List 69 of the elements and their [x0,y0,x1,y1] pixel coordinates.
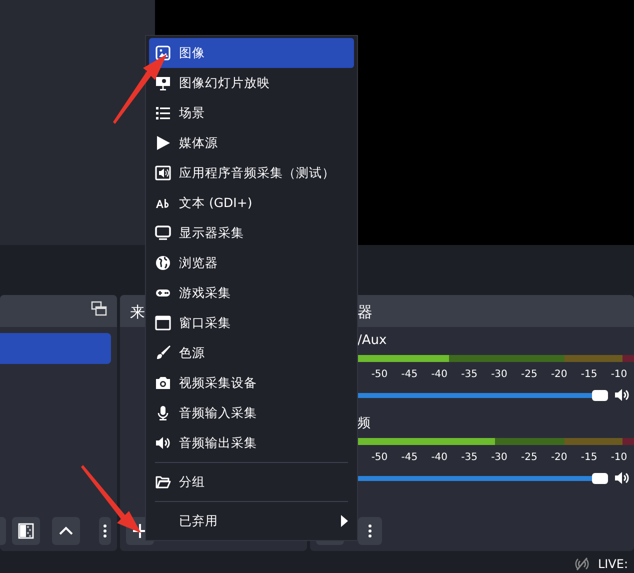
more-button[interactable] [358,517,382,545]
annotation-arrow [81,465,143,535]
tick-label: -45 [400,451,419,465]
tick-label: -50 [370,368,389,382]
tick-label: -40 [430,368,449,382]
play-icon [155,135,171,151]
image-icon [155,45,171,61]
submenu-arrow-icon [341,515,348,527]
gradient-icon [18,523,34,539]
tick-label: -25 [520,451,538,465]
globe-icon [155,255,171,271]
dock-title: 来 [130,303,145,321]
tick-label: -45 [400,368,419,382]
menu-item[interactable]: 显示器采集 [149,218,354,248]
projector-icon [155,75,171,91]
tick-label: -20 [550,451,568,465]
menu-item[interactable]: 分组 [149,467,354,497]
tick-label: -30 [490,451,508,465]
annotation-arrow [113,52,169,124]
menu-item[interactable]: 媒体源 [149,128,354,158]
menu-item[interactable]: 已弃用 [149,506,354,536]
speaker-window-icon [155,165,171,181]
dots-icon [368,523,372,539]
tick-label: -10 [610,368,628,382]
folder-icon [155,474,171,490]
tick-label: -35 [460,368,478,382]
menu-item[interactable]: 视频采集设备 [149,368,354,398]
menu-item[interactable]: 图像 [149,38,354,68]
speaker-icon[interactable] [614,470,630,486]
slider-thumb[interactable] [592,390,608,400]
tick-label: -10 [610,451,628,465]
list-icon [155,105,171,121]
speaker-icon[interactable] [614,387,630,403]
menu-item[interactable]: 音频输入采集 [149,398,354,428]
dots-icon [102,523,107,539]
dock-title: 器 [358,303,373,321]
live-status: LIVE: [598,556,628,573]
filter-button[interactable] [12,517,40,545]
menu-item[interactable]: 游戏采集 [149,278,354,308]
menu-item[interactable]: 图像幻灯片放映 [149,68,354,98]
microphone-icon [155,405,171,421]
no-signal-icon [574,556,590,572]
tick-label: -30 [490,368,508,382]
monitor-icon [155,225,171,241]
tick-label: -15 [580,451,598,465]
tick-label: -25 [520,368,538,382]
tick-label: -40 [430,451,449,465]
tick-label: -20 [550,368,568,382]
menu-item[interactable]: 窗口采集 [149,308,354,338]
tick-label: -50 [370,451,389,465]
menu-item[interactable]: 色源 [149,338,354,368]
tick-label: -15 [580,368,598,382]
menu-item[interactable]: 场景 [149,98,354,128]
menu-item[interactable]: 文本 (GDI+) [149,188,354,218]
move-up-button[interactable] [52,517,80,545]
more-button[interactable] [98,517,111,545]
slider-thumb[interactable] [592,472,608,484]
plus-icon [132,523,148,539]
speaker-icon [155,435,171,451]
camera-icon [155,375,171,391]
channel-name: 频 [358,416,371,431]
brush-icon [155,345,171,361]
menu-item[interactable]: 浏览器 [149,248,354,278]
menu-item[interactable]: 应用程序音频采集（测试） [149,158,354,188]
tick-label: -35 [460,451,478,465]
window-icon [155,315,171,331]
menu-item[interactable]: 音频输出采集 [149,428,354,458]
undock-icon [90,301,107,317]
channel-name: /Aux [358,333,387,348]
